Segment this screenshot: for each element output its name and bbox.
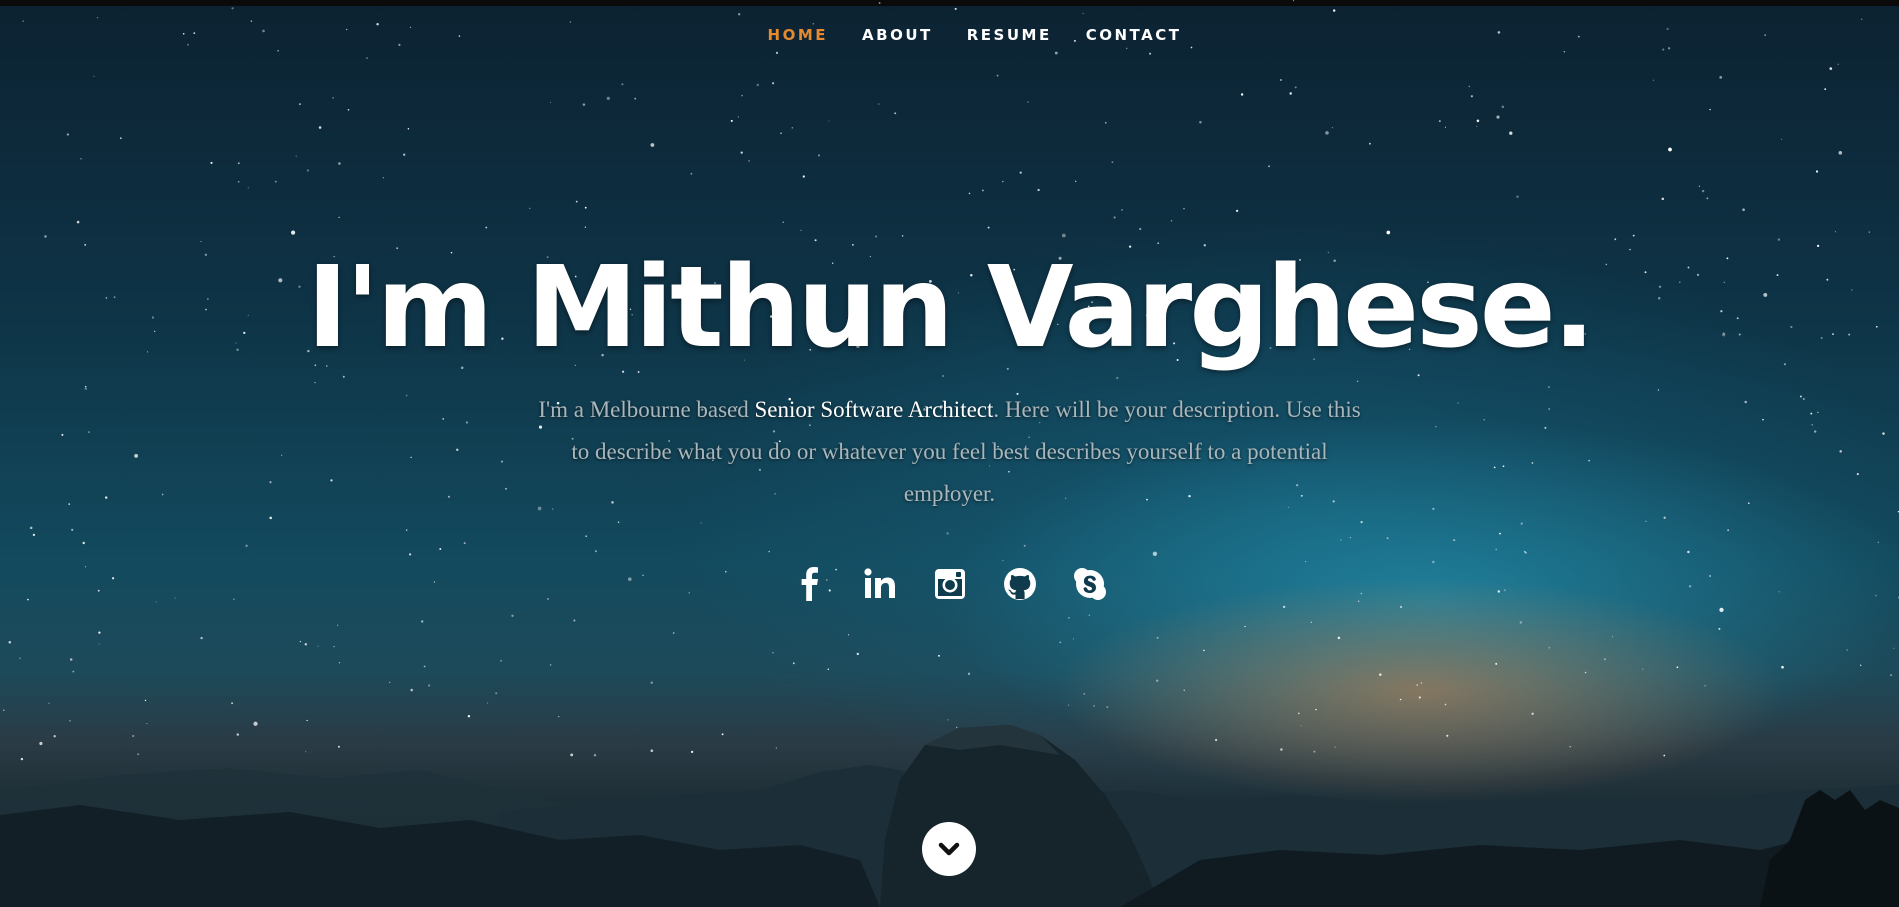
description-role: Senior Software Architect <box>754 397 994 422</box>
nav-item-resume[interactable]: RESUME <box>967 26 1052 44</box>
facebook-icon[interactable] <box>792 566 828 602</box>
skype-icon[interactable] <box>1072 566 1108 602</box>
hero-headline: I'm Mithun Varghese. <box>306 243 1596 373</box>
description-prefix: I'm a Melbourne based <box>538 397 755 422</box>
hero-description: I'm a Melbourne based Senior Software Ar… <box>533 389 1366 515</box>
instagram-icon[interactable] <box>932 566 968 602</box>
social-links <box>0 566 1899 602</box>
main-nav: HOME ABOUT RESUME CONTACT <box>0 26 1899 44</box>
nav-item-home[interactable]: HOME <box>768 26 828 44</box>
github-icon[interactable] <box>1002 566 1038 602</box>
scroll-down-button[interactable] <box>922 822 976 876</box>
nav-item-contact[interactable]: CONTACT <box>1086 26 1182 44</box>
hero-banner: HOME ABOUT RESUME CONTACT I'm Mithun Var… <box>0 0 1899 907</box>
linkedin-icon[interactable] <box>862 566 898 602</box>
nav-item-about[interactable]: ABOUT <box>862 26 933 44</box>
chevron-down-icon <box>938 842 960 856</box>
